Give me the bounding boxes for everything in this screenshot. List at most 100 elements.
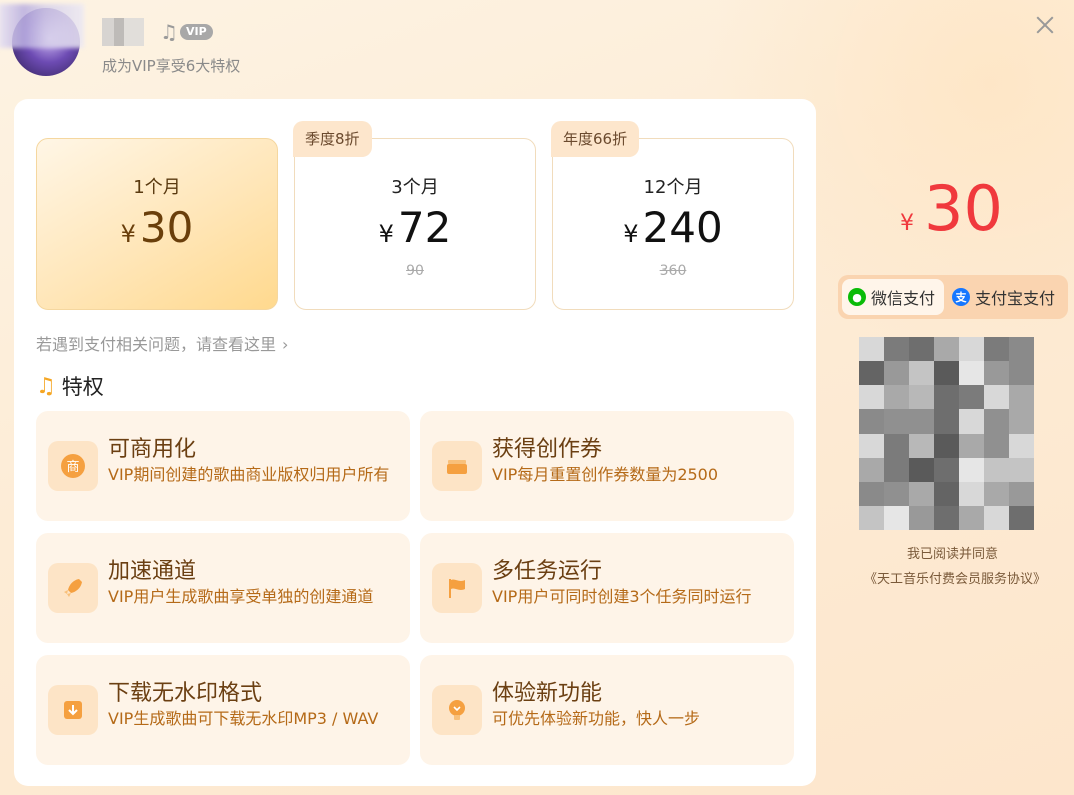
qr-cell: [984, 361, 1009, 386]
payment-help-link[interactable]: 若遇到支付相关问题，请查看这里 ›: [36, 331, 288, 355]
qr-cell: [959, 337, 984, 362]
plan-original-price: 90: [406, 263, 424, 279]
rocket-icon: [48, 563, 98, 613]
qr-cell: [859, 481, 884, 506]
feature-description: VIP生成歌曲可下载无水印MP3 / WAV: [108, 709, 379, 728]
payment-amount: ¥30: [900, 172, 1003, 245]
plan-card-3-months[interactable]: 季度8折 3个月 ¥72 90: [293, 121, 536, 310]
qr-cell: [884, 385, 909, 410]
plan-card-1-month[interactable]: 1个月 ¥30: [36, 138, 278, 310]
plan-price: ¥30: [37, 203, 277, 252]
qr-cell: [959, 361, 984, 386]
qr-cell: [959, 385, 984, 410]
qr-cell: [934, 361, 959, 386]
qr-cell: [1009, 385, 1034, 410]
plan-price-value: 30: [139, 203, 194, 252]
privileges-title: 特权: [61, 375, 104, 399]
pay-option-label: 微信支付: [871, 289, 936, 308]
qr-cell: [884, 433, 909, 458]
feature-multitask: 多任务运行 VIP用户可同时创建3个任务同时运行: [420, 533, 794, 643]
agreement-link[interactable]: 《天工音乐付费会员服务协议》: [855, 568, 1055, 587]
shop-icon: 商: [48, 441, 98, 491]
qr-cell: [909, 481, 934, 506]
qr-cell: [984, 457, 1009, 482]
pay-option-label: 支付宝支付: [975, 289, 1056, 308]
chevron-right-icon: ›: [282, 335, 289, 354]
qr-cell: [909, 385, 934, 410]
qr-cell: [984, 481, 1009, 506]
username-blurred: [102, 18, 144, 46]
feature-title: 体验新功能: [492, 681, 603, 706]
plan-name: 1个月: [133, 177, 181, 198]
alipay-option[interactable]: 支 支付宝支付: [946, 279, 1064, 315]
feature-new-features: 体验新功能 可优先体验新功能，快人一步: [420, 655, 794, 765]
qr-cell: [909, 409, 934, 434]
qr-cell: [984, 409, 1009, 434]
wechat-pay-option[interactable]: ● 微信支付: [842, 279, 944, 315]
flag-icon: [432, 563, 482, 613]
lightbulb-icon: [432, 685, 482, 735]
payment-qr-code: [859, 337, 1034, 530]
qr-cell: [934, 409, 959, 434]
qr-cell: [859, 385, 884, 410]
feature-fast-lane: 加速通道 VIP用户生成歌曲享受单独的创建通道: [36, 533, 410, 643]
help-link-text: 若遇到支付相关问题，请查看这里: [36, 335, 277, 354]
feature-description: 可优先体验新功能，快人一步: [492, 709, 701, 728]
qr-cell: [959, 409, 984, 434]
qr-cell: [934, 505, 959, 530]
feature-title: 获得创作券: [492, 437, 603, 462]
qr-cell: [859, 361, 884, 386]
qr-cell: [1009, 337, 1034, 362]
plan-discount-tag: 季度8折: [293, 121, 372, 157]
feature-title: 可商用化: [108, 437, 197, 462]
download-icon: [48, 685, 98, 735]
qr-cell: [1009, 361, 1034, 386]
agreement-text: 我已阅读并同意: [906, 547, 998, 562]
qr-cell: [859, 457, 884, 482]
feature-description: VIP每月重置创作券数量为2500: [492, 465, 719, 484]
qr-cell: [959, 505, 984, 530]
qr-cell: [984, 337, 1009, 362]
main-card: 1个月 ¥30 季度8折 3个月 ¥72 90 年度66折 12个月 ¥240 …: [14, 99, 816, 786]
plan-currency: ¥: [120, 220, 136, 248]
feature-commercial-use: 商 可商用化 VIP期间创建的歌曲商业版权归用户所有: [36, 411, 410, 521]
qr-cell: [934, 481, 959, 506]
payment-method-selector: ● 微信支付 支 支付宝支付: [838, 275, 1068, 319]
privileges-heading: ♫ 特权: [36, 371, 104, 401]
plan-currency: ¥: [378, 220, 394, 248]
svg-text:商: 商: [66, 460, 79, 475]
feature-no-watermark: 下载无水印格式 VIP生成歌曲可下载无水印MP3 / WAV: [36, 655, 410, 765]
plan-name: 3个月: [391, 177, 439, 198]
qr-cell: [934, 337, 959, 362]
close-icon[interactable]: [1034, 14, 1056, 36]
feature-title: 加速通道: [108, 559, 197, 584]
alipay-icon: 支: [952, 288, 970, 306]
plan-price: ¥240: [553, 203, 793, 252]
qr-cell: [909, 433, 934, 458]
wechat-icon: ●: [848, 288, 866, 306]
qr-cell: [959, 481, 984, 506]
plan-currency: ¥: [623, 220, 639, 248]
feature-description: VIP用户生成歌曲享受单独的创建通道: [108, 587, 374, 606]
plan-name: 12个月: [643, 177, 703, 198]
plan-original-price: 360: [659, 263, 687, 279]
feature-description: VIP期间创建的歌曲商业版权归用户所有: [108, 465, 390, 484]
qr-cell: [934, 433, 959, 458]
qr-cell: [1009, 409, 1034, 434]
payment-currency: ¥: [900, 211, 914, 236]
payment-amount-value: 30: [924, 172, 1003, 245]
qr-cell: [984, 433, 1009, 458]
qr-cell: [959, 457, 984, 482]
plan-card-12-months[interactable]: 年度66折 12个月 ¥240 360: [551, 121, 794, 310]
qr-cell: [884, 337, 909, 362]
qr-cell: [934, 385, 959, 410]
feature-creation-tickets: 获得创作券 VIP每月重置创作券数量为2500: [420, 411, 794, 521]
qr-cell: [909, 361, 934, 386]
qr-cell: [884, 505, 909, 530]
qr-cell: [1009, 457, 1034, 482]
qr-cell: [884, 481, 909, 506]
feature-title: 下载无水印格式: [108, 681, 263, 706]
qr-cell: [934, 457, 959, 482]
qr-cell: [1009, 481, 1034, 506]
qr-cell: [1009, 505, 1034, 530]
